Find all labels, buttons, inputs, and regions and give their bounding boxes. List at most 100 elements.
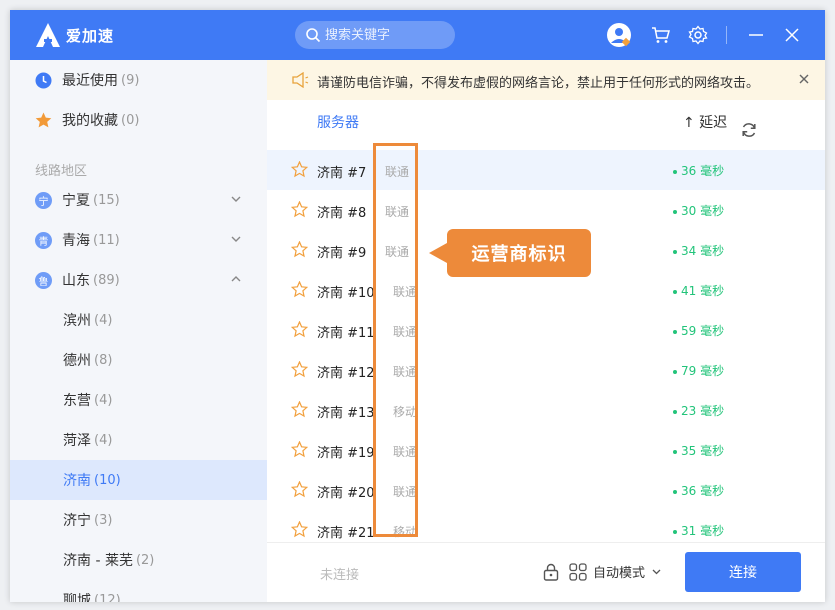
sidebar-city-jinan[interactable]: 济南 (10) bbox=[10, 460, 267, 500]
mode-selector[interactable]: 自动模式 bbox=[543, 562, 662, 581]
star-outline-icon[interactable] bbox=[291, 361, 308, 378]
server-row[interactable]: 济南 #13 移动 23 毫秒 bbox=[267, 390, 825, 430]
sidebar-city-binzhou[interactable]: 滨州 (4) bbox=[10, 300, 267, 340]
app-window: 爱加速 搜索关键字 最近使用 (9) 我的收藏 (0) 线路地区 宁 宁夏 (1… bbox=[10, 10, 825, 602]
close-button[interactable] bbox=[779, 22, 805, 48]
column-header-delay[interactable]: ↑ 延迟 bbox=[683, 112, 727, 132]
status-dot bbox=[673, 169, 677, 174]
sidebar-item-recent[interactable]: 最近使用 (9) bbox=[10, 60, 267, 100]
sidebar-item-label: 我的收藏 bbox=[62, 113, 118, 129]
sidebar-region-qinghai[interactable]: 青 青海 (11) bbox=[10, 220, 267, 260]
chevron-down-icon[interactable] bbox=[230, 193, 242, 205]
latency-text: 59 毫秒 bbox=[681, 324, 725, 338]
footer-bar: 未连接 自动模式 连接 bbox=[267, 542, 825, 602]
server-name: 济南 #12 bbox=[317, 366, 375, 381]
lock-icon[interactable] bbox=[543, 563, 559, 581]
region-badge: 青 bbox=[35, 231, 52, 249]
sidebar-city-jining[interactable]: 济宁 (3) bbox=[10, 500, 267, 540]
server-name: 济南 #10 bbox=[317, 286, 375, 301]
latency-value: 30 毫秒 bbox=[673, 202, 724, 219]
server-row[interactable]: 济南 #19 联通 35 毫秒 bbox=[267, 430, 825, 470]
city-count: (4) bbox=[94, 432, 113, 448]
sidebar-item-label: 最近使用 bbox=[62, 73, 118, 89]
status-dot bbox=[673, 449, 677, 454]
latency-value: 79 毫秒 bbox=[673, 362, 724, 379]
search-box[interactable] bbox=[295, 21, 455, 49]
server-name: 济南 #9 bbox=[317, 246, 367, 261]
sidebar-city-jinan-laiwu[interactable]: 济南 - 莱芜 (2) bbox=[10, 540, 267, 580]
city-label: 济南 bbox=[63, 473, 91, 489]
chevron-up-icon[interactable] bbox=[230, 273, 242, 285]
refresh-icon[interactable] bbox=[741, 122, 757, 138]
close-icon[interactable] bbox=[797, 72, 811, 86]
column-header-server[interactable]: 服务器 bbox=[317, 112, 359, 132]
sidebar-section-title: 线路地区 bbox=[35, 164, 88, 179]
chevron-down-icon[interactable] bbox=[230, 233, 242, 245]
city-label: 济南 - 莱芜 bbox=[63, 553, 133, 569]
star-outline-icon[interactable] bbox=[291, 441, 308, 458]
server-name: 济南 #21 bbox=[317, 526, 375, 541]
clock-icon bbox=[35, 72, 52, 88]
sidebar-city-heze[interactable]: 菏泽 (4) bbox=[10, 420, 267, 460]
connect-button[interactable]: 连接 bbox=[685, 552, 801, 592]
avatar[interactable] bbox=[606, 22, 632, 48]
title-bar: 爱加速 bbox=[10, 10, 825, 60]
sidebar-city-dongying[interactable]: 东营 (4) bbox=[10, 380, 267, 420]
connection-status: 未连接 bbox=[320, 568, 360, 583]
annotation-label: 运营商标识 bbox=[447, 229, 591, 277]
server-row[interactable]: 济南 #20 联通 36 毫秒 bbox=[267, 470, 825, 510]
city-count: (8) bbox=[94, 352, 113, 368]
star-filled-icon bbox=[35, 112, 52, 127]
minimize-icon bbox=[749, 34, 763, 36]
city-count: (4) bbox=[94, 312, 113, 328]
latency-text: 30 毫秒 bbox=[681, 204, 725, 218]
sidebar-item-favorites[interactable]: 我的收藏 (0) bbox=[10, 100, 267, 140]
star-outline-icon[interactable] bbox=[291, 281, 308, 298]
latency-text: 23 毫秒 bbox=[681, 404, 725, 418]
server-row[interactable]: 济南 #11 联通 59 毫秒 bbox=[267, 310, 825, 350]
star-outline-icon[interactable] bbox=[291, 241, 308, 258]
latency-text: 36 毫秒 bbox=[681, 484, 725, 498]
chevron-down-icon bbox=[652, 569, 661, 575]
server-row[interactable]: 济南 #8 联通 30 毫秒 bbox=[267, 190, 825, 230]
sidebar-region-ningxia[interactable]: 宁 宁夏 (15) bbox=[10, 180, 267, 220]
region-label: 山东 bbox=[62, 273, 90, 289]
latency-text: 41 毫秒 bbox=[681, 284, 725, 298]
server-name: 济南 #11 bbox=[317, 326, 375, 341]
server-name: 济南 #13 bbox=[317, 406, 375, 421]
city-count: (12) bbox=[94, 592, 121, 603]
sidebar-region-shandong[interactable]: 鲁 山东 (89) bbox=[10, 260, 267, 300]
star-outline-icon[interactable] bbox=[291, 521, 308, 538]
grid-icon bbox=[569, 562, 587, 581]
server-row[interactable]: 济南 #12 联通 79 毫秒 bbox=[267, 350, 825, 390]
latency-value: 36 毫秒 bbox=[673, 162, 724, 179]
latency-value: 59 毫秒 bbox=[673, 322, 724, 339]
server-name: 济南 #7 bbox=[317, 166, 367, 181]
status-dot bbox=[673, 409, 677, 414]
minimize-button[interactable] bbox=[743, 22, 769, 48]
server-row[interactable]: 济南 #7 联通 36 毫秒 bbox=[267, 150, 825, 190]
close-icon bbox=[785, 28, 799, 42]
star-outline-icon[interactable] bbox=[291, 161, 308, 178]
region-badge: 鲁 bbox=[35, 271, 52, 289]
star-outline-icon[interactable] bbox=[291, 401, 308, 418]
a-logo-icon bbox=[36, 23, 60, 47]
latency-value: 34 毫秒 bbox=[673, 242, 724, 259]
cart-button[interactable] bbox=[648, 22, 674, 48]
megaphone-icon bbox=[292, 72, 309, 88]
city-label: 聊城 bbox=[63, 593, 91, 602]
city-label: 滨州 bbox=[63, 313, 91, 329]
star-outline-icon[interactable] bbox=[291, 201, 308, 218]
mode-label: 自动模式 bbox=[593, 566, 646, 581]
city-label: 菏泽 bbox=[63, 433, 91, 449]
sidebar-city-liaocheng[interactable]: 聊城 (12) bbox=[10, 580, 267, 603]
city-count: (2) bbox=[135, 552, 155, 568]
sidebar-city-dezhou[interactable]: 德州 (8) bbox=[10, 340, 267, 380]
star-outline-icon[interactable] bbox=[291, 481, 308, 498]
search-input[interactable] bbox=[325, 25, 445, 45]
city-count: (4) bbox=[94, 392, 113, 408]
latency-value: 36 毫秒 bbox=[673, 482, 724, 499]
settings-button[interactable] bbox=[685, 22, 711, 48]
star-outline-icon[interactable] bbox=[291, 321, 308, 338]
sidebar: 最近使用 (9) 我的收藏 (0) 线路地区 宁 宁夏 (15) 青 青海 (1… bbox=[10, 60, 267, 602]
